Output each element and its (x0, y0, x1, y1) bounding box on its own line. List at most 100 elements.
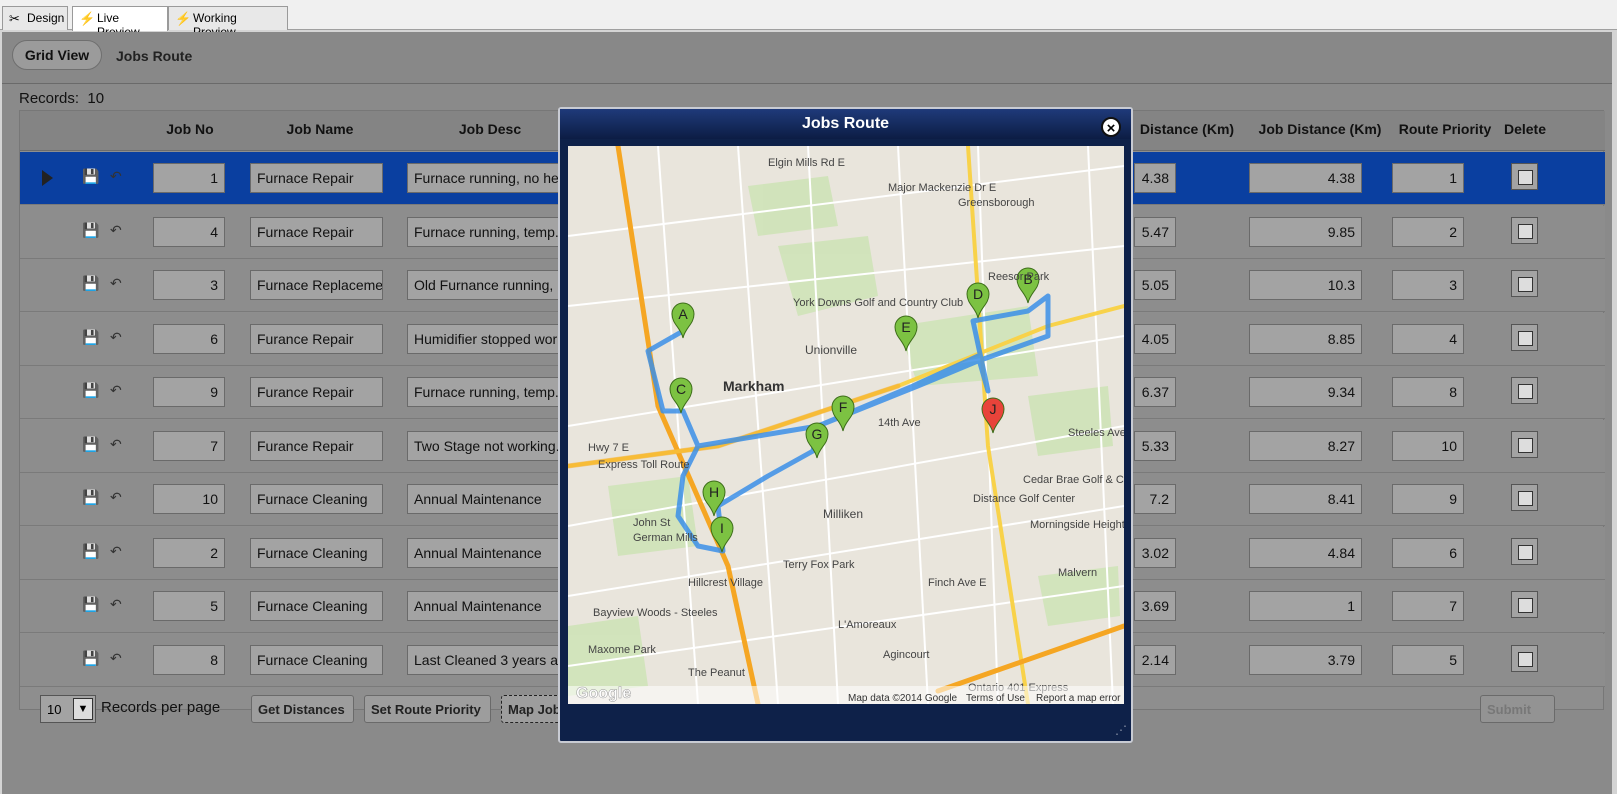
distance-field[interactable]: 7.2 (1134, 484, 1176, 514)
job-distance-field[interactable]: 9.85 (1249, 216, 1362, 247)
tab-jobs-route[interactable]: Jobs Route (116, 48, 192, 64)
save-icon[interactable]: 💾 (82, 222, 99, 239)
col-job-distance[interactable]: Job Distance (Km) (1245, 121, 1395, 137)
tab-design[interactable]: ✂ Design (2, 6, 68, 30)
route-priority-field[interactable]: 2 (1392, 216, 1464, 247)
save-icon[interactable]: 💾 (82, 329, 99, 346)
route-priority-field[interactable]: 8 (1392, 377, 1464, 407)
route-map[interactable]: ABCDEFGHIJ Markham Unionville York Downs… (568, 146, 1124, 704)
save-icon[interactable]: 💾 (82, 275, 99, 292)
route-priority-field[interactable]: 6 (1392, 537, 1464, 568)
route-priority-field[interactable]: 1 (1392, 163, 1464, 193)
save-icon[interactable]: 💾 (82, 489, 99, 506)
col-job-desc[interactable]: Job Desc (420, 121, 560, 137)
job-name-field[interactable]: Furnace Repair (250, 216, 383, 247)
delete-checkbox[interactable] (1511, 377, 1538, 404)
job-distance-field[interactable]: 3.79 (1249, 644, 1362, 675)
col-route-priority[interactable]: Route Priority (1390, 121, 1500, 137)
job-no-field[interactable]: 7 (153, 430, 225, 461)
job-desc-field[interactable]: Furnace running, temp. (407, 216, 567, 247)
distance-field[interactable]: 5.33 (1134, 430, 1176, 461)
close-icon[interactable]: × (1101, 117, 1121, 137)
col-distance[interactable]: Distance (Km) (1132, 121, 1242, 137)
distance-field[interactable]: 5.05 (1134, 270, 1176, 300)
job-name-field[interactable]: Furnace Repair (250, 163, 383, 193)
job-name-field[interactable]: Furnace Cleaning (250, 537, 383, 568)
job-distance-field[interactable]: 8.85 (1249, 323, 1362, 354)
route-priority-field[interactable]: 4 (1392, 323, 1464, 354)
save-icon[interactable]: 💾 (82, 382, 99, 399)
job-name-field[interactable]: Furnace Cleaning (250, 644, 383, 675)
job-no-field[interactable]: 3 (153, 270, 225, 300)
distance-field[interactable]: 3.69 (1134, 591, 1176, 621)
col-job-no[interactable]: Job No (150, 121, 230, 137)
distance-field[interactable]: 5.47 (1134, 216, 1176, 247)
delete-checkbox[interactable] (1511, 430, 1538, 458)
get-distances-button[interactable]: Get Distances (251, 695, 354, 723)
job-desc-field[interactable]: Annual Maintenance (407, 591, 567, 621)
job-distance-field[interactable]: 1 (1249, 591, 1362, 621)
job-desc-field[interactable]: Two Stage not working. (407, 430, 567, 461)
job-no-field[interactable]: 6 (153, 323, 225, 354)
delete-checkbox[interactable] (1511, 270, 1538, 297)
undo-icon[interactable]: ↶ (110, 382, 122, 399)
undo-icon[interactable]: ↶ (110, 329, 122, 346)
route-priority-field[interactable]: 5 (1392, 644, 1464, 675)
map-marker-f[interactable]: F (831, 395, 855, 432)
distance-field[interactable]: 4.05 (1134, 323, 1176, 354)
job-desc-field[interactable]: Annual Maintenance (407, 484, 567, 514)
undo-icon[interactable]: ↶ (110, 489, 122, 506)
job-desc-field[interactable]: Old Furnance running, b (407, 270, 567, 300)
job-name-field[interactable]: Furance Repair (250, 430, 383, 461)
job-no-field[interactable]: 1 (153, 163, 225, 193)
job-desc-field[interactable]: Annual Maintenance (407, 537, 567, 568)
job-desc-field[interactable]: Furnace running, no hea (407, 163, 567, 193)
route-priority-field[interactable]: 3 (1392, 270, 1464, 300)
submit-button[interactable]: Submit (1480, 695, 1555, 723)
job-no-field[interactable]: 8 (153, 644, 225, 675)
save-icon[interactable]: 💾 (82, 168, 99, 185)
distance-field[interactable]: 4.38 (1134, 163, 1176, 193)
save-icon[interactable]: 💾 (82, 650, 99, 667)
per-page-select[interactable]: 10 ▼ (40, 695, 96, 723)
delete-checkbox[interactable] (1511, 163, 1538, 190)
map-marker-c[interactable]: C (669, 377, 693, 414)
job-distance-field[interactable]: 4.84 (1249, 537, 1362, 568)
save-icon[interactable]: 💾 (82, 543, 99, 560)
distance-field[interactable]: 6.37 (1134, 377, 1176, 407)
job-desc-field[interactable]: Humidifier stopped work (407, 323, 567, 354)
delete-checkbox[interactable] (1511, 323, 1538, 351)
job-no-field[interactable]: 2 (153, 537, 225, 568)
route-priority-field[interactable]: 9 (1392, 484, 1464, 514)
job-name-field[interactable]: Furnace Cleaning (250, 484, 383, 514)
job-name-field[interactable]: Furnace Replaceme (250, 270, 383, 300)
set-route-priority-button[interactable]: Set Route Priority (364, 695, 491, 723)
undo-icon[interactable]: ↶ (110, 222, 122, 239)
delete-checkbox[interactable] (1511, 537, 1538, 565)
job-distance-field[interactable]: 8.41 (1249, 484, 1362, 514)
job-name-field[interactable]: Furnace Cleaning (250, 591, 383, 621)
delete-checkbox[interactable] (1511, 644, 1538, 672)
job-no-field[interactable]: 9 (153, 377, 225, 407)
delete-checkbox[interactable] (1511, 216, 1538, 244)
route-priority-field[interactable]: 7 (1392, 591, 1464, 621)
undo-icon[interactable]: ↶ (110, 650, 122, 667)
job-no-field[interactable]: 10 (153, 484, 225, 514)
col-job-name[interactable]: Job Name (250, 121, 390, 137)
job-distance-field[interactable]: 4.38 (1249, 163, 1362, 193)
undo-icon[interactable]: ↶ (110, 168, 122, 185)
job-distance-field[interactable]: 9.34 (1249, 377, 1362, 407)
distance-field[interactable]: 2.14 (1134, 644, 1176, 675)
resize-handle-icon[interactable]: ⋰ (1115, 723, 1127, 737)
job-no-field[interactable]: 4 (153, 216, 225, 247)
job-distance-field[interactable]: 10.3 (1249, 270, 1362, 300)
job-distance-field[interactable]: 8.27 (1249, 430, 1362, 461)
distance-field[interactable]: 3.02 (1134, 537, 1176, 568)
save-icon[interactable]: 💾 (82, 436, 99, 453)
undo-icon[interactable]: ↶ (110, 543, 122, 560)
delete-checkbox[interactable] (1511, 591, 1538, 618)
job-name-field[interactable]: Furance Repair (250, 323, 383, 354)
undo-icon[interactable]: ↶ (110, 436, 122, 453)
job-name-field[interactable]: Furance Repair (250, 377, 383, 407)
job-desc-field[interactable]: Last Cleaned 3 years ag (407, 644, 567, 675)
